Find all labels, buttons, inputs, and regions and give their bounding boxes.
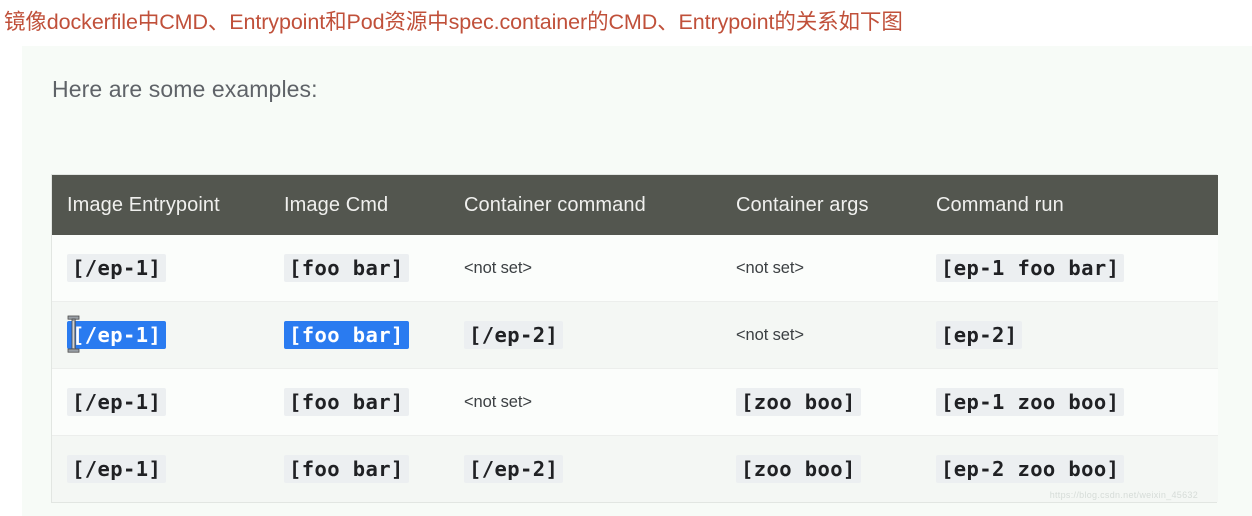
code-chip: [ep-2 zoo boo] [936, 455, 1125, 483]
cell-image-entrypoint[interactable]: [/ep-1] [52, 435, 284, 502]
code-chip: [ep-1 foo bar] [936, 254, 1125, 282]
table-row[interactable]: [/ep-1] [foo bar] [/ep-2] [zoo boo] [ep- [52, 435, 1218, 502]
table-body: [/ep-1] [foo bar] <not set> <not set> [e [52, 235, 1218, 502]
column-header-image-cmd: Image Cmd [284, 175, 464, 235]
code-chip: [foo bar] [284, 455, 409, 483]
title-bar: 镜像dockerfile中CMD、Entrypoint和Pod资源中spec.c… [0, 0, 1252, 44]
table-row[interactable]: [/ep-1] [foo bar] <not set> <not set> [e [52, 235, 1218, 302]
examples-table: Image Entrypoint Image Cmd Container com… [52, 175, 1218, 502]
column-header-container-command: Container command [464, 175, 736, 235]
not-set-text: <not set> [736, 325, 804, 344]
cell-container-command[interactable]: <not set> [464, 368, 736, 436]
watermark-text: https://blog.csdn.net/weixin_45632 [1049, 490, 1198, 500]
cell-image-cmd[interactable]: [foo bar] [284, 368, 464, 436]
table-header-row: Image Entrypoint Image Cmd Container com… [52, 175, 1218, 235]
screenshot-root: 镜像dockerfile中CMD、Entrypoint和Pod资源中spec.c… [0, 0, 1252, 516]
cell-container-args[interactable]: [zoo boo] [736, 368, 936, 436]
cell-image-entrypoint[interactable]: [/ep-1] [52, 368, 284, 436]
column-header-image-entrypoint: Image Entrypoint [52, 175, 284, 235]
cell-command-run[interactable]: [ep-1 foo bar] [936, 235, 1218, 302]
cell-command-run[interactable]: [ep-1 zoo boo] [936, 368, 1218, 436]
code-chip: [zoo boo] [736, 388, 861, 416]
cell-container-args[interactable]: <not set> [736, 301, 936, 369]
table-row[interactable]: [/ep-1] [foo bar] [/ep-2] <not set> [ep- [52, 301, 1218, 369]
cell-container-command[interactable]: [/ep-2] [464, 435, 736, 502]
code-chip: [foo bar] [284, 254, 409, 282]
cell-image-entrypoint[interactable]: [/ep-1] [52, 301, 284, 369]
column-header-command-run: Command run [936, 175, 1218, 235]
code-chip: [ep-2] [936, 321, 1023, 349]
table-header: Image Entrypoint Image Cmd Container com… [52, 175, 1218, 235]
code-chip: [/ep-1] [67, 388, 167, 416]
code-chip: [foo bar] [284, 388, 409, 416]
intro-text: Here are some examples: [52, 76, 318, 102]
not-set-text: <not set> [736, 258, 804, 277]
code-chip: [ep-1 zoo boo] [936, 388, 1125, 416]
table-row[interactable]: [/ep-1] [foo bar] <not set> [zoo boo] [e [52, 368, 1218, 436]
code-chip: [/ep-1] [67, 455, 167, 483]
cell-image-cmd[interactable]: [foo bar] [284, 235, 464, 302]
code-chip-selected: [/ep-1] [67, 321, 167, 349]
code-chip: [/ep-2] [464, 321, 564, 349]
cell-container-command[interactable]: [/ep-2] [464, 301, 736, 369]
cell-image-cmd[interactable]: [foo bar] [284, 301, 464, 369]
cell-container-args[interactable]: <not set> [736, 235, 936, 302]
not-set-text: <not set> [464, 258, 532, 277]
cell-image-cmd[interactable]: [foo bar] [284, 435, 464, 502]
not-set-text: <not set> [464, 392, 532, 411]
cell-image-entrypoint[interactable]: [/ep-1] [52, 235, 284, 302]
code-chip: [/ep-1] [67, 254, 167, 282]
cell-container-command[interactable]: <not set> [464, 235, 736, 302]
examples-table-container: Image Entrypoint Image Cmd Container com… [51, 174, 1218, 503]
cell-command-run[interactable]: [ep-2] [936, 301, 1218, 369]
column-header-container-args: Container args [736, 175, 936, 235]
code-chip: [zoo boo] [736, 455, 861, 483]
documentation-panel: Here are some examples: Image Entrypoint… [22, 46, 1252, 516]
code-chip-selected: [foo bar] [284, 321, 409, 349]
code-chip: [/ep-2] [464, 455, 564, 483]
cell-container-args[interactable]: [zoo boo] [736, 435, 936, 502]
page-title: 镜像dockerfile中CMD、Entrypoint和Pod资源中spec.c… [4, 10, 903, 34]
